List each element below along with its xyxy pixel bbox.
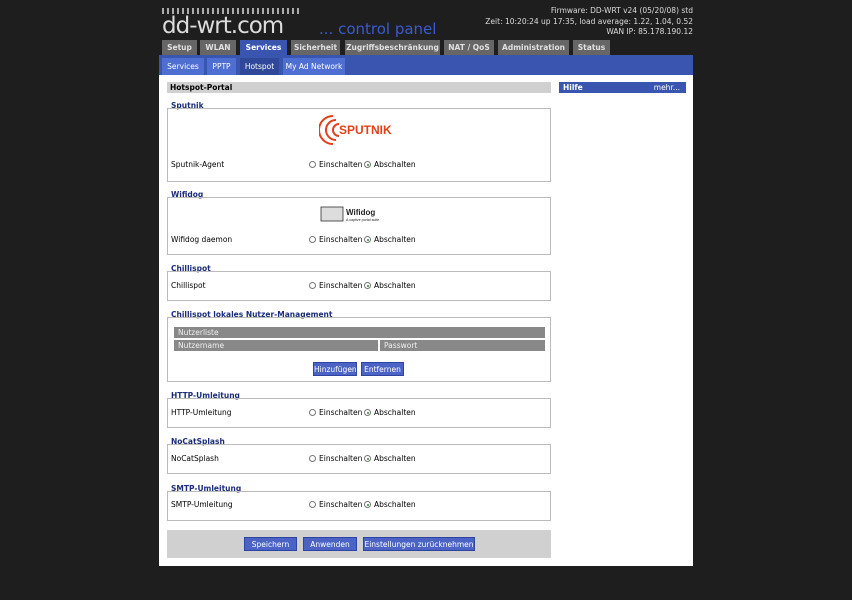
- wifidog-on-label: Einschalten: [319, 235, 363, 244]
- http-redirect-on-option[interactable]: Einschalten: [309, 408, 362, 417]
- section-title: Hotspot-Portal: [167, 82, 551, 93]
- smtp-redirect-off-label: Abschalten: [374, 500, 416, 509]
- nocatsplash-off-label: Abschalten: [374, 454, 416, 463]
- smtp-redirect-on-radio[interactable]: [309, 501, 316, 508]
- tab-administration[interactable]: Administration: [498, 40, 569, 55]
- sputnik-logo-arc-middle: [325, 119, 337, 141]
- wifidog-on-option[interactable]: Einschalten: [309, 235, 362, 244]
- wifidog-off-radio[interactable]: [364, 236, 371, 243]
- tab-wlan[interactable]: WLAN: [200, 40, 236, 55]
- tab-setup[interactable]: Setup: [162, 40, 197, 55]
- content-area: Hotspot-Portal Sputnik SPUTNIK Sputnik-A…: [159, 75, 693, 566]
- tab-sicherheit[interactable]: Sicherheit: [291, 40, 340, 55]
- subtab-hotspot[interactable]: Hotspot: [240, 58, 279, 75]
- wifidog-logo: Wifidog A captive portal suite: [320, 206, 379, 222]
- save-button[interactable]: Speichern: [244, 537, 297, 551]
- http-redirect-on-radio[interactable]: [309, 409, 316, 416]
- help-box: Hilfe mehr...: [559, 82, 686, 93]
- wifidog-on-radio[interactable]: [309, 236, 316, 243]
- tab-nat-qos[interactable]: NAT / QoS: [444, 40, 494, 55]
- logo: dd-wrt.com: [162, 8, 302, 39]
- wifidog-label: Wifidog daemon: [171, 235, 233, 244]
- sub-tabs: Services PPTP Hotspot My Ad Network: [159, 55, 693, 75]
- add-user-button[interactable]: Hinzufügen: [313, 362, 357, 376]
- tab-status[interactable]: Status: [573, 40, 610, 55]
- uptime-text: Zeit: 10:20:24 up 17:35, load average: 1…: [485, 16, 693, 26]
- header: dd-wrt.com ... control panel Firmware: D…: [159, 0, 693, 40]
- firmware-text: Firmware: DD-WRT v24 (05/20/08) std: [550, 6, 693, 15]
- smtp-redirect-on-option[interactable]: Einschalten: [309, 500, 362, 509]
- main-tabs: Setup WLAN Services Sicherheit Zugriffsb…: [159, 40, 693, 55]
- chillispot-off-option[interactable]: Abschalten: [364, 281, 416, 290]
- chillispot-off-label: Abschalten: [374, 281, 416, 290]
- subtab-services[interactable]: Services: [162, 58, 204, 75]
- app-window: dd-wrt.com ... control panel Firmware: D…: [159, 0, 693, 566]
- http-redirect-label: HTTP-Umleitung: [171, 408, 232, 417]
- wifidog-logo-dog: [320, 206, 344, 222]
- nocatsplash-label: NoCatSplash: [171, 454, 219, 463]
- help-title: Hilfe: [563, 83, 583, 92]
- wifidog-off-option[interactable]: Abschalten: [364, 235, 416, 244]
- password-column-header: Passwort: [380, 340, 545, 351]
- apply-button[interactable]: Anwenden: [303, 537, 357, 551]
- wifidog-off-label: Abschalten: [374, 235, 416, 244]
- chillispot-on-option[interactable]: Einschalten: [309, 281, 362, 290]
- sputnik-on-radio[interactable]: [309, 161, 316, 168]
- user-list-header: Nutzerliste: [174, 327, 545, 338]
- http-redirect-off-radio[interactable]: [364, 409, 371, 416]
- submit-area: Speichern Anwenden Einstellungen zurückn…: [167, 530, 551, 558]
- tab-zugriffsbeschraenkung[interactable]: Zugriffsbeschränkung: [345, 40, 440, 55]
- logo-text: dd-wrt.com: [162, 13, 284, 39]
- smtp-redirect-label: SMTP-Umleitung: [171, 500, 233, 509]
- sputnik-on-option[interactable]: Einschalten: [309, 160, 362, 169]
- smtp-redirect-off-option[interactable]: Abschalten: [364, 500, 416, 509]
- username-column-header: Nutzername: [174, 340, 378, 351]
- http-redirect-on-label: Einschalten: [319, 408, 363, 417]
- sputnik-off-radio[interactable]: [364, 161, 371, 168]
- subtab-pptp[interactable]: PPTP: [207, 58, 236, 75]
- tab-services[interactable]: Services: [240, 40, 287, 55]
- wifidog-logo-text: Wifidog: [346, 208, 375, 217]
- help-more-link[interactable]: mehr...: [654, 82, 680, 93]
- sputnik-on-label: Einschalten: [319, 160, 363, 169]
- smtp-redirect-on-label: Einschalten: [319, 500, 363, 509]
- http-redirect-off-option[interactable]: Abschalten: [364, 408, 416, 417]
- sputnik-off-option[interactable]: Abschalten: [364, 160, 416, 169]
- sputnik-off-label: Abschalten: [374, 160, 416, 169]
- reset-settings-button[interactable]: Einstellungen zurücknehmen: [363, 537, 475, 551]
- nocatsplash-off-radio[interactable]: [364, 455, 371, 462]
- remove-user-button[interactable]: Entfernen: [361, 362, 404, 376]
- nocatsplash-on-option[interactable]: Einschalten: [309, 454, 362, 463]
- nocatsplash-on-label: Einschalten: [319, 454, 363, 463]
- router-info: Firmware: DD-WRT v24 (05/20/08) std Zeit…: [485, 6, 693, 38]
- wifidog-logo-sub: A captive portal suite: [346, 218, 379, 222]
- nocatsplash-on-radio[interactable]: [309, 455, 316, 462]
- logo-subtitle: ... control panel: [319, 20, 437, 38]
- http-redirect-off-label: Abschalten: [374, 408, 416, 417]
- chillispot-on-radio[interactable]: [309, 282, 316, 289]
- sputnik-agent-label: Sputnik-Agent: [171, 160, 225, 169]
- chillispot-label: Chillispot: [171, 281, 206, 290]
- subtab-my-ad-network[interactable]: My Ad Network: [283, 58, 345, 75]
- chillispot-off-radio[interactable]: [364, 282, 371, 289]
- wan-ip-text: WAN IP: 85.178.190.12: [606, 27, 693, 36]
- nocatsplash-off-option[interactable]: Abschalten: [364, 454, 416, 463]
- sputnik-logo-text: SPUTNIK: [339, 123, 392, 137]
- chillispot-on-label: Einschalten: [319, 281, 363, 290]
- smtp-redirect-off-radio[interactable]: [364, 501, 371, 508]
- sputnik-logo: SPUTNIK: [319, 115, 392, 145]
